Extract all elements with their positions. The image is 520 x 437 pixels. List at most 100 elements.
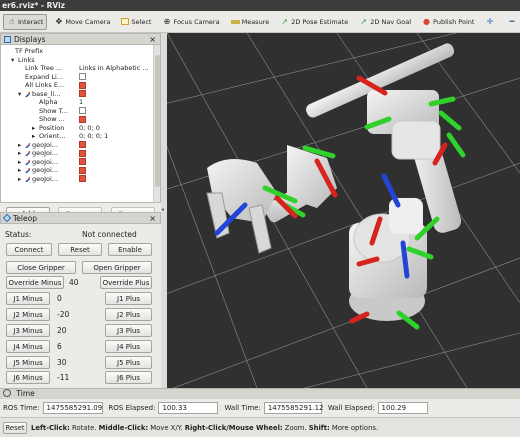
checkbox[interactable] bbox=[79, 73, 86, 82]
close-gripper-button[interactable]: Close Gripper bbox=[6, 261, 76, 274]
3d-viewport[interactable] bbox=[167, 33, 520, 388]
reset-button[interactable]: Reset bbox=[58, 243, 102, 256]
focus-camera-tool[interactable]: ⊕ Focus Camera bbox=[158, 14, 223, 30]
tree-row[interactable]: ▸ geoJoi... bbox=[1, 141, 151, 150]
tree-row[interactable]: All Links E... bbox=[1, 81, 151, 90]
axes-icon bbox=[25, 168, 30, 173]
toolbar: ☝ Interact ✥ Move Camera Select ⊕ Focus … bbox=[0, 11, 520, 33]
tree-row[interactable]: Alpha 1 bbox=[1, 98, 151, 107]
scrollbar-thumb[interactable] bbox=[155, 55, 160, 187]
tree-row[interactable]: ▸ geoJoi... bbox=[1, 158, 151, 167]
expand-arrow-icon[interactable]: ▾ bbox=[18, 90, 21, 99]
tree-row[interactable]: ▸ Orient... 0; 0; 0; 1 bbox=[1, 132, 151, 141]
checkbox[interactable] bbox=[79, 81, 86, 90]
checkbox[interactable] bbox=[79, 141, 86, 150]
pose-estimate-tool[interactable]: ➚ 2D Pose Estimate bbox=[276, 14, 352, 30]
tree-row[interactable]: Show T... bbox=[1, 107, 151, 116]
expand-arrow-icon[interactable]: ▸ bbox=[32, 132, 35, 141]
tree-row[interactable]: TF Prefix bbox=[1, 47, 151, 56]
tree-row-label: Orient... bbox=[39, 132, 66, 140]
j1-minus-button[interactable]: J1 Minus bbox=[6, 292, 50, 305]
checkbox[interactable] bbox=[79, 90, 86, 99]
checkbox[interactable] bbox=[79, 158, 86, 167]
expand-arrow-icon[interactable]: ▸ bbox=[32, 124, 35, 133]
ros-elapsed-field[interactable]: 100.33 bbox=[158, 402, 219, 414]
tree-row-value[interactable]: 0; 0; 0; 1 bbox=[79, 132, 108, 141]
j6-plus-button[interactable]: J6 Plus bbox=[105, 371, 152, 384]
move-camera-tool[interactable]: ✥ Move Camera bbox=[50, 14, 114, 30]
tree-row[interactable]: Expand Li... bbox=[1, 73, 151, 82]
select-tool[interactable]: Select bbox=[117, 14, 155, 30]
axes-icon bbox=[25, 159, 30, 165]
publish-point-tool[interactable]: ● Publish Point bbox=[418, 14, 478, 30]
expand-arrow-icon[interactable]: ▸ bbox=[18, 175, 21, 184]
displays-scrollbar[interactable] bbox=[153, 45, 160, 202]
reset-time-button[interactable]: Reset bbox=[3, 421, 27, 434]
plus-icon: ✛ bbox=[486, 17, 494, 26]
override-minus-button[interactable]: Override Minus bbox=[6, 276, 64, 289]
wall-elapsed-label: Wall Elapsed: bbox=[327, 404, 375, 412]
checkbox[interactable] bbox=[79, 166, 86, 175]
tree-row[interactable]: ▾ base_li... bbox=[1, 90, 151, 99]
status-help: Left-Click: Rotate. Middle-Click: Move X… bbox=[31, 423, 379, 432]
checkbox[interactable] bbox=[79, 115, 86, 124]
enable-button[interactable]: Enable bbox=[108, 243, 152, 256]
close-icon[interactable]: × bbox=[149, 213, 156, 224]
checkbox[interactable] bbox=[79, 175, 86, 184]
override-plus-button[interactable]: Override Plus bbox=[100, 276, 152, 289]
expand-arrow-icon[interactable]: ▸ bbox=[18, 141, 21, 150]
j5-minus-button[interactable]: J5 Minus bbox=[6, 356, 50, 369]
checkbox[interactable] bbox=[79, 107, 86, 116]
tree-row[interactable]: ▸ Position 0; 0; 0 bbox=[1, 124, 151, 133]
tree-row[interactable]: Link Tree ... Links in Alphabetic ... bbox=[1, 64, 151, 73]
nav-goal-tool[interactable]: ➚ 2D Nav Goal bbox=[355, 14, 415, 30]
j5-plus-button[interactable]: J5 Plus bbox=[105, 356, 152, 369]
tree-row-label: TF Prefix bbox=[15, 47, 44, 55]
collapse-arrow-icon[interactable]: ◂ bbox=[161, 206, 164, 213]
wall-elapsed-field[interactable]: 100.29 bbox=[377, 402, 428, 414]
expand-arrow-icon[interactable]: ▸ bbox=[18, 166, 21, 175]
cursor-icon: ☝ bbox=[9, 17, 14, 26]
robot-scene bbox=[167, 33, 520, 388]
j2-plus-button[interactable]: J2 Plus bbox=[105, 308, 152, 321]
tree-row-value[interactable]: 0; 0; 0 bbox=[79, 124, 100, 133]
time-title: Time bbox=[16, 389, 35, 398]
focus-camera-icon: ⊕ bbox=[163, 17, 171, 26]
tree-row-value[interactable]: 1 bbox=[79, 98, 83, 107]
select-icon bbox=[121, 18, 130, 25]
tree-row-value[interactable]: Links in Alphabetic ... bbox=[79, 64, 149, 73]
tree-row-label: Expand Li... bbox=[25, 72, 64, 81]
j3-plus-button[interactable]: J3 Plus bbox=[105, 324, 152, 337]
displays-header: Displays × bbox=[0, 33, 161, 45]
open-gripper-button[interactable]: Open Gripper bbox=[82, 261, 152, 274]
expand-arrow-icon[interactable]: ▸ bbox=[18, 149, 21, 158]
measure-tool[interactable]: Measure bbox=[227, 14, 274, 30]
measure-label: Measure bbox=[241, 17, 270, 26]
tree-row[interactable]: ▸ geoJoi... bbox=[1, 149, 151, 158]
tree-row-label: geoJoi... bbox=[32, 157, 58, 166]
tree-row[interactable]: ▸ geoJoi... bbox=[1, 175, 151, 184]
tool-menu-button[interactable]: ━ ▾ bbox=[503, 14, 520, 30]
j4-plus-button[interactable]: J4 Plus bbox=[105, 340, 152, 353]
teleop-panel: Teleop × Status: Not connected Connect R… bbox=[0, 212, 161, 384]
close-icon[interactable]: × bbox=[149, 34, 156, 45]
ros-time-field[interactable]: 1475585291.09 bbox=[42, 402, 103, 414]
tree-row[interactable]: Show ... bbox=[1, 115, 151, 124]
expand-arrow-icon[interactable]: ▾ bbox=[11, 56, 14, 65]
interact-tool[interactable]: ☝ Interact bbox=[3, 13, 48, 30]
tree-row[interactable]: ▸ geoJoi... bbox=[1, 166, 151, 175]
j3-minus-button[interactable]: J3 Minus bbox=[6, 324, 50, 337]
add-tool-button[interactable]: ✛ bbox=[481, 14, 500, 30]
connect-button[interactable]: Connect bbox=[6, 243, 52, 256]
j6-minus-button[interactable]: J6 Minus bbox=[6, 371, 50, 384]
wall-time-field[interactable]: 1475585291.12 bbox=[263, 402, 323, 414]
j6-value: -11 bbox=[57, 373, 70, 382]
j2-minus-button[interactable]: J2 Minus bbox=[6, 308, 50, 321]
expand-arrow-icon[interactable]: ▸ bbox=[18, 158, 21, 167]
tree-row-label: geoJoi... bbox=[32, 166, 58, 174]
j1-plus-button[interactable]: J1 Plus bbox=[105, 292, 152, 305]
tree-row[interactable]: ▾ Links bbox=[1, 56, 151, 65]
checkbox[interactable] bbox=[79, 149, 86, 158]
tree-row-label: geoJoi... bbox=[32, 149, 58, 157]
j4-minus-button[interactable]: J4 Minus bbox=[6, 340, 50, 353]
